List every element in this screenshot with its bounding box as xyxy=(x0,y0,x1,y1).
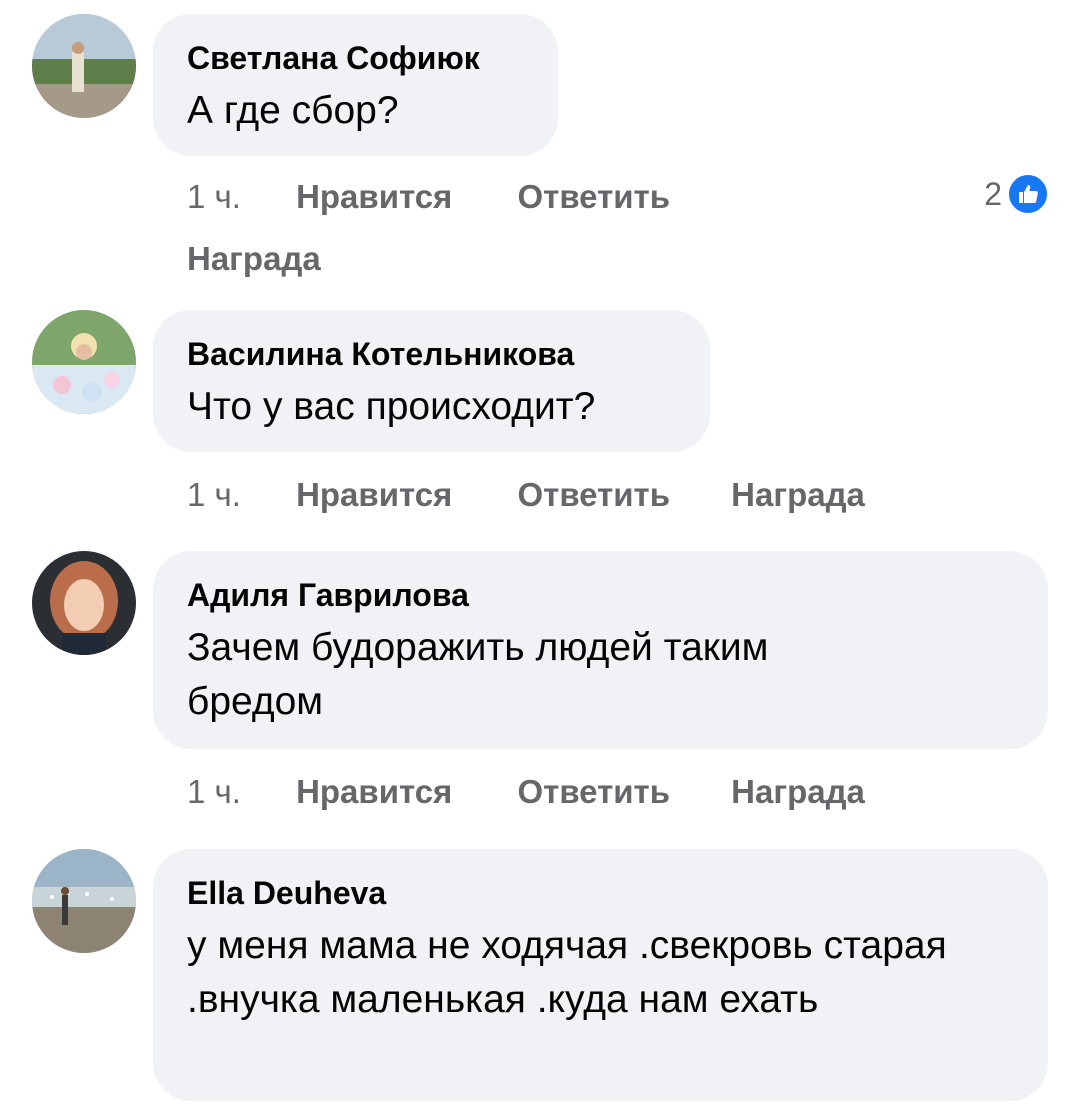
comment-bubble: Светлана Софиюк А где сбор? xyxy=(153,14,558,156)
like-reaction-icon xyxy=(1006,172,1050,216)
avatar[interactable] xyxy=(32,849,136,953)
comment-author[interactable]: Светлана Софиюк xyxy=(187,38,524,78)
reply-button[interactable]: Ответить xyxy=(518,464,671,526)
comment-time[interactable]: 1 ч. xyxy=(187,761,241,823)
comment-time[interactable]: 1 ч. xyxy=(187,464,241,526)
comment-actions: 1 ч. Нравится Ответить Награда xyxy=(187,464,1047,526)
comment-text: Что у вас происходит? xyxy=(187,385,596,428)
comment-author[interactable]: Адиля Гаврилова xyxy=(187,575,1014,615)
avatar[interactable] xyxy=(32,310,136,414)
comment-author[interactable]: Ella Deuheva xyxy=(187,873,1014,913)
comment-bubble: Василина Котельникова Что у вас происход… xyxy=(153,310,710,452)
comment-text: Зачем будоражить людей таким бредом xyxy=(187,626,769,723)
reaction-count: 2 xyxy=(984,175,1002,212)
comment-bubble: Ella Deuheva у меня мама не ходячая .све… xyxy=(153,849,1048,1101)
award-button[interactable]: Награда xyxy=(187,228,321,290)
avatar[interactable] xyxy=(32,14,136,118)
comment-actions: 1 ч. Нравится Ответить Награда xyxy=(187,166,787,290)
like-button[interactable]: Нравится xyxy=(296,761,452,823)
comment-bubble: Адиля Гаврилова Зачем будоражить людей т… xyxy=(153,551,1048,749)
reply-button[interactable]: Ответить xyxy=(518,761,671,823)
award-button[interactable]: Награда xyxy=(731,761,865,823)
award-button[interactable]: Награда xyxy=(731,464,865,526)
comment-actions: 1 ч. Нравится Ответить Награда xyxy=(187,761,1047,823)
reply-button[interactable]: Ответить xyxy=(518,166,671,228)
like-button[interactable]: Нравится xyxy=(296,464,452,526)
avatar[interactable] xyxy=(32,551,136,655)
comment-text: А где сбор? xyxy=(187,89,399,132)
comment-time[interactable]: 1 ч. xyxy=(187,166,241,228)
like-button[interactable]: Нравится xyxy=(296,166,452,228)
comment-author[interactable]: Василина Котельникова xyxy=(187,334,676,374)
comment-text: у меня мама не ходячая .свекровь старая … xyxy=(187,924,947,1021)
reaction-summary[interactable]: 2 xyxy=(984,172,1050,216)
